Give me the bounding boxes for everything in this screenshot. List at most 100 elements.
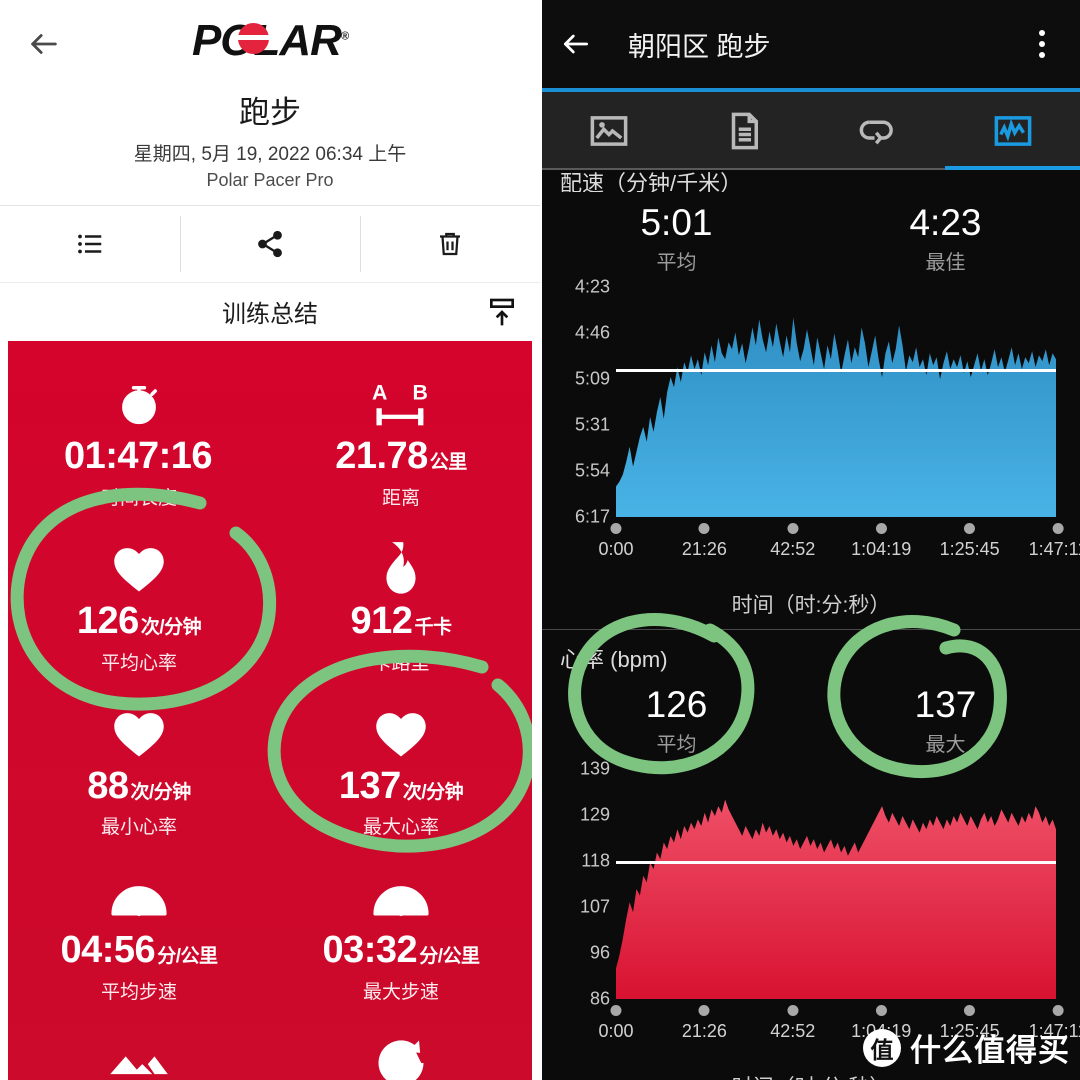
summary-title: 训练总结 [222, 301, 318, 329]
x-axis-tick: 0:00 [598, 517, 634, 560]
session-date: 星期四, 5月 19, 2022 06:34 上午 [133, 143, 407, 165]
watermark-badge: 值 [863, 1028, 901, 1067]
metric-unit: 次/分钟 [140, 616, 202, 638]
metric-label: 距离 [381, 487, 420, 509]
trash-icon[interactable] [360, 206, 540, 282]
metric-unit: 公里 [429, 451, 468, 473]
polar-summary-panel: POLAR® 跑步 星期四, 5月 19, 2022 06:34 上午 Pola… [0, 0, 540, 1080]
y-axis-tick: 118 [581, 850, 610, 871]
metric-value: 137 [338, 764, 401, 807]
back-arrow-icon[interactable] [0, 0, 88, 88]
watermark-text: 什么值得买 [910, 1033, 1070, 1068]
session-toolbar [0, 204, 540, 283]
session-device: Polar Pacer Pro [206, 169, 334, 190]
metric-unit: 分/公里 [419, 946, 480, 968]
y-axis-tick: 5:31 [574, 414, 610, 435]
hr-plot-area [616, 769, 1056, 999]
metric-duration: 01:47:16 时间长度 [8, 363, 270, 522]
metrics-grid: 01:47:16 时间长度 A B 21.78 公里 距离 126 次/分钟 平… [8, 341, 532, 1080]
metric-distance: A B 21.78 公里 距离 [270, 363, 532, 522]
y-axis-tick: 4:46 [574, 322, 610, 343]
hr-chart-title: 心率 (bpm) [560, 647, 668, 672]
y-axis-tick: 129 [579, 804, 610, 825]
pace-average-line [616, 368, 1056, 372]
stat-value: 5:01 [640, 202, 713, 243]
stat-label: 平均 [656, 252, 697, 274]
metric-ascent [8, 1022, 270, 1080]
export-collapse-icon[interactable] [486, 296, 518, 328]
metric-unit: 千卡 [414, 616, 452, 638]
analysis-tabbar [542, 92, 1080, 170]
metric-average-pace: 04:56 分/公里 平均步速 [8, 857, 270, 1016]
metric-value: 03:32 [322, 929, 418, 972]
metric-label: 卡路里 [372, 652, 430, 674]
flame-icon [274, 538, 528, 600]
y-axis-tick: 139 [579, 758, 610, 779]
metric-cadence [270, 1022, 532, 1080]
metric-label: 最大步速 [362, 982, 439, 1004]
x-axis-tick: 21:26 [682, 517, 727, 560]
hr-average-stat: 126 平均 [542, 684, 811, 757]
stat-label: 平均 [656, 734, 697, 756]
tab-map[interactable] [542, 92, 677, 170]
session-header: 跑步 星期四, 5月 19, 2022 06:34 上午 Polar Pacer… [0, 88, 540, 191]
x-axis-tick: 42:52 [770, 517, 815, 560]
heart-icon [12, 538, 266, 600]
hr-plot: 139 129 118 107 96 86 [542, 759, 1080, 1009]
metric-value: 912 [350, 599, 413, 642]
metric-value: 21.78 [335, 434, 428, 477]
back-arrow-icon[interactable] [560, 28, 614, 60]
stat-label: 最佳 [925, 252, 966, 274]
svg-text:B: B [412, 380, 427, 404]
metric-unit: 分/公里 [157, 946, 218, 968]
stat-value: 4:23 [909, 202, 982, 243]
metric-label: 时间长度 [100, 487, 177, 509]
y-axis-tick: 107 [579, 896, 610, 917]
heart-icon [12, 703, 266, 765]
screenshot-root: POLAR® 跑步 星期四, 5月 19, 2022 06:34 上午 Pola… [0, 0, 1080, 1080]
metric-maximum-pace: 03:32 分/公里 最大步速 [270, 857, 532, 1016]
polar-top-bar: POLAR® [0, 0, 540, 88]
hr-max-stat: 137 最大 [811, 684, 1080, 757]
metric-unit: 次/分钟 [402, 781, 464, 803]
dark-app-bar: 朝阳区 跑步 [542, 0, 1080, 88]
training-summary-bar: 训练总结 [0, 283, 540, 341]
heart-icon [274, 703, 528, 765]
stopwatch-icon [12, 373, 266, 435]
metric-value: 01:47:16 [63, 434, 213, 477]
watermark: 值 什么值得买 [863, 1025, 1070, 1070]
stat-value: 126 [645, 684, 708, 725]
metric-value: 04:56 [60, 929, 156, 972]
pace-average-stat: 5:01 平均 [542, 202, 811, 275]
tab-charts[interactable] [946, 92, 1080, 170]
metric-label: 平均步速 [100, 982, 177, 1004]
metric-minimum-heart-rate: 88 次/分钟 最小心率 [8, 693, 270, 852]
metric-maximum-heart-rate: 137 次/分钟 最大心率 [270, 693, 532, 852]
metric-label: 最小心率 [100, 817, 177, 839]
x-axis-tick: 1:47:11 [1029, 517, 1080, 560]
share-icon[interactable] [180, 206, 360, 282]
svg-text:A: A [372, 380, 387, 404]
pace-chart: 配速（分钟/千米） 5:01 平均 4:23 最佳 4:23 4:46 5:09 5:… [542, 170, 1080, 623]
activity-title: 朝阳区 跑步 [628, 31, 771, 62]
x-axis-tick: 0:00 [598, 999, 634, 1042]
pace-best-stat: 4:23 最佳 [811, 202, 1080, 275]
metric-label: 平均心率 [100, 652, 177, 674]
list-icon[interactable] [0, 206, 180, 282]
polar-logo-dot-bar [237, 35, 269, 40]
distance-ab-icon: A B [274, 373, 528, 435]
metric-label: 最大心率 [362, 817, 439, 839]
tab-details[interactable] [677, 92, 812, 170]
metric-unit: 次/分钟 [130, 781, 192, 803]
cadence-circular-icon [274, 1032, 528, 1080]
metric-calories: 912 千卡 卡路里 [270, 528, 532, 687]
hr-y-axis: 139 129 118 107 96 86 [552, 759, 610, 1009]
stat-label: 最大 [925, 734, 966, 756]
pace-y-axis: 4:23 4:46 5:09 5:31 5:54 6:17 [552, 277, 610, 527]
pace-x-axis-caption: 时间（时:分:秒） [731, 594, 891, 617]
page-title: 跑步 [239, 95, 301, 130]
x-axis-tick: 21:26 [682, 999, 727, 1042]
pace-chart-title: 配速（分钟/千米） [560, 171, 743, 192]
overflow-menu-icon[interactable] [1022, 30, 1062, 58]
tab-laps[interactable] [811, 92, 946, 170]
